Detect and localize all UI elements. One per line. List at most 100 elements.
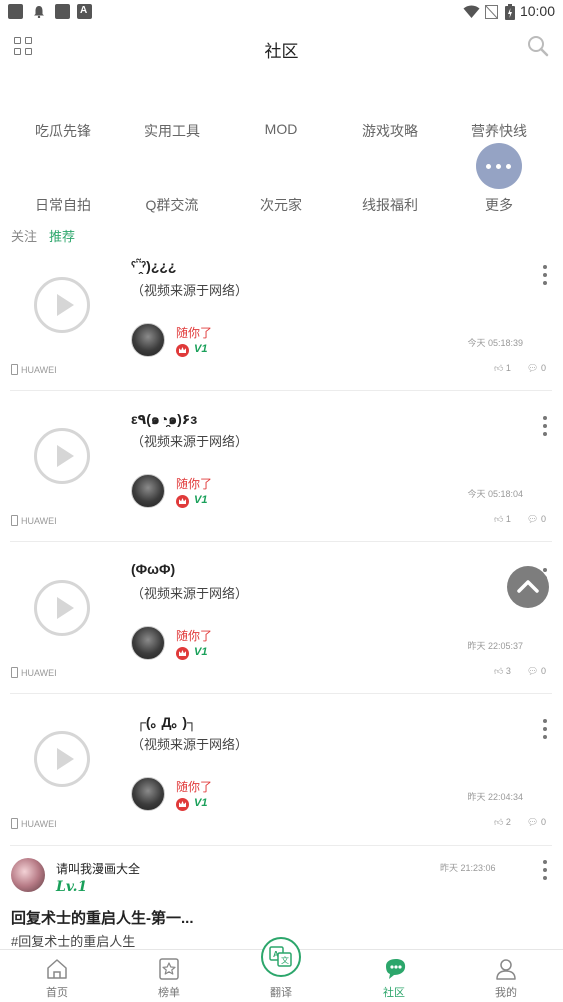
- post-subtitle: （视频来源于网络）: [131, 586, 249, 601]
- device-label: HUAWEI: [11, 818, 57, 829]
- divider: [10, 845, 552, 846]
- phone-icon: [11, 667, 18, 678]
- play-icon[interactable]: [34, 428, 90, 484]
- post-subtitle: （视频来源于网络）: [131, 434, 249, 449]
- comment-button[interactable]: 💬︎ 0: [527, 514, 546, 525]
- app-header: 社区: [0, 24, 563, 68]
- crown-icon: [176, 495, 189, 508]
- search-icon[interactable]: [527, 35, 549, 57]
- comment-button[interactable]: 💬︎ 0: [527, 363, 546, 374]
- post-title: ┌(｡ Д｡ )┐: [136, 714, 197, 730]
- post-tag[interactable]: #回复术士的重启人生: [11, 931, 135, 950]
- username[interactable]: 随你了: [176, 324, 212, 341]
- username[interactable]: 随你了: [176, 475, 212, 492]
- more-options-bubble[interactable]: [476, 143, 522, 189]
- nav-community[interactable]: 社区: [354, 950, 434, 1002]
- notification-icon: [8, 4, 23, 19]
- avatar[interactable]: [131, 626, 165, 660]
- post-title: ˁ῁̭ˀ)¿¿¿: [131, 258, 177, 274]
- more-vertical-icon[interactable]: [543, 416, 547, 440]
- category-item[interactable]: 游戏攻略: [335, 121, 445, 141]
- post-title: ε٩(๑◔̯๑)۶з: [131, 411, 198, 427]
- post-title: (ΦωΦ): [131, 561, 176, 577]
- like-button[interactable]: 👍︎ 3: [494, 666, 511, 677]
- more-vertical-icon[interactable]: [543, 719, 547, 743]
- page-title: 社区: [264, 42, 299, 61]
- crown-icon: [176, 798, 189, 811]
- feed-post[interactable]: ┌(｡ Д｡ )┐ （视频来源于网络） 随你了 V1 昨天 22:04:34 H…: [0, 704, 563, 856]
- status-bar: A 10:00: [0, 0, 563, 24]
- feed-post[interactable]: (ΦωΦ) （视频来源于网络） 随你了 V1 昨天 22:05:37 HUAWE…: [0, 553, 563, 705]
- post-time: 昨天 21:23:06: [440, 863, 496, 873]
- post-time: 昨天 22:05:37: [467, 641, 523, 651]
- category-item[interactable]: 实用工具: [117, 121, 227, 141]
- avatar[interactable]: [11, 858, 45, 892]
- feed-post[interactable]: ˁ῁̭ˀ)¿¿¿ （视频来源于网络） 随你了 V1 今天 05:18:39 HU…: [0, 250, 563, 402]
- play-icon[interactable]: [34, 277, 90, 333]
- like-button[interactable]: 👍︎ 1: [494, 363, 511, 374]
- phone-icon: [11, 515, 18, 526]
- device-label: HUAWEI: [11, 515, 57, 526]
- play-icon[interactable]: [34, 580, 90, 636]
- divider: [10, 693, 552, 694]
- avatar[interactable]: [131, 777, 165, 811]
- device-label: HUAWEI: [11, 667, 57, 678]
- like-button[interactable]: 👍︎ 2: [494, 817, 511, 828]
- like-button[interactable]: 👍︎ 1: [494, 514, 511, 525]
- more-vertical-icon[interactable]: [543, 265, 547, 289]
- category-item[interactable]: 线报福利: [335, 195, 445, 215]
- avatar[interactable]: [131, 323, 165, 357]
- avatar[interactable]: [131, 474, 165, 508]
- username[interactable]: 随你了: [176, 778, 212, 795]
- clock: 10:00: [519, 3, 555, 19]
- level-badge: V1: [194, 343, 208, 355]
- post-time: 昨天 22:04:34: [467, 792, 523, 802]
- translate-button[interactable]: A文: [261, 937, 301, 977]
- scroll-to-top-button[interactable]: [507, 566, 549, 608]
- nav-label: 榜单: [158, 987, 180, 999]
- nav-profile[interactable]: 我的: [466, 950, 546, 1002]
- profile-icon: [496, 959, 516, 980]
- comment-button[interactable]: 💬︎ 0: [527, 666, 546, 677]
- nav-label: 社区: [383, 987, 405, 999]
- feed-post[interactable]: ε٩(๑◔̯๑)۶з （视频来源于网络） 随你了 V1 今天 05:18:04 …: [0, 401, 563, 553]
- category-item[interactable]: 次元家: [226, 195, 336, 215]
- play-icon[interactable]: [34, 731, 90, 787]
- comment-button[interactable]: 💬︎ 0: [527, 817, 546, 828]
- nav-ranking[interactable]: 榜单: [129, 950, 209, 1002]
- app-notification-icon: [55, 4, 70, 19]
- category-item[interactable]: Q群交流: [117, 195, 227, 215]
- category-item[interactable]: 日常自拍: [8, 195, 118, 215]
- category-item[interactable]: 营养快线: [444, 121, 554, 141]
- wifi-icon: [463, 5, 480, 18]
- username[interactable]: 请叫我漫画大全: [56, 860, 140, 877]
- battery-icon: [505, 4, 515, 20]
- level-badge: Lv.1: [56, 879, 88, 895]
- svg-text:文: 文: [281, 955, 289, 965]
- post-time: 今天 05:18:39: [467, 338, 523, 348]
- tab-recommend[interactable]: 推荐: [49, 226, 75, 245]
- nav-label: 翻译: [270, 987, 292, 999]
- post-time: 今天 05:18:04: [467, 489, 523, 499]
- nav-label: 我的: [495, 987, 517, 999]
- no-signal-icon: [485, 5, 498, 19]
- svg-text:A: A: [273, 950, 279, 959]
- level-badge: V1: [194, 797, 208, 809]
- device-label: HUAWEI: [11, 364, 57, 375]
- nav-home[interactable]: 首页: [17, 950, 97, 1002]
- post-title: 回复术士的重启人生-第一...: [11, 910, 194, 927]
- crown-icon: [176, 647, 189, 660]
- crown-icon: [176, 344, 189, 357]
- level-badge: V1: [194, 646, 208, 658]
- category-item[interactable]: 吃瓜先锋: [8, 121, 118, 141]
- username[interactable]: 随你了: [176, 627, 212, 644]
- post-subtitle: （视频来源于网络）: [131, 283, 249, 298]
- category-item[interactable]: MOD: [226, 121, 336, 137]
- more-vertical-icon[interactable]: [543, 860, 547, 884]
- tab-follow[interactable]: 关注: [11, 226, 37, 245]
- divider: [10, 390, 552, 391]
- translate-icon: A文: [269, 946, 292, 967]
- star-list-icon: [159, 958, 179, 980]
- post-subtitle: （视频来源于网络）: [131, 737, 249, 752]
- category-item[interactable]: 更多: [444, 195, 554, 215]
